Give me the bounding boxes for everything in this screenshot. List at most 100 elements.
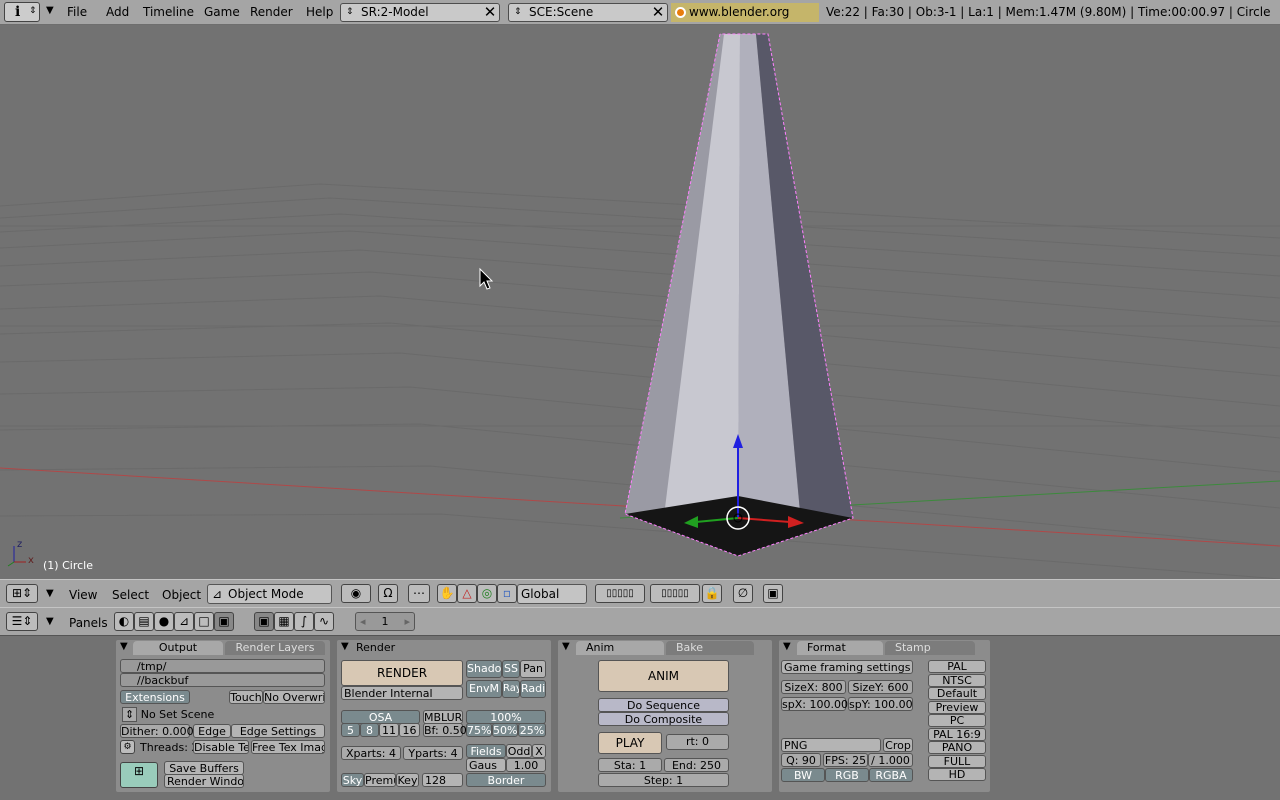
sizey-field[interactable]: SizeY: 600: [848, 680, 913, 694]
filter-dropdown[interactable]: Gaus: [466, 758, 506, 772]
editor-type-grid-icon[interactable]: ⊞⇕: [6, 584, 38, 603]
save-buffers-toggle[interactable]: Save Buffers: [164, 761, 244, 775]
quality-field[interactable]: Q: 90: [781, 753, 821, 767]
xparts-field[interactable]: Xparts: 4: [341, 746, 401, 760]
menu-file[interactable]: File: [67, 5, 87, 19]
shading-context-icon[interactable]: ●: [154, 612, 174, 631]
editor-type-button[interactable]: i ⇕: [4, 2, 40, 22]
pivot-icon[interactable]: Ω: [378, 584, 398, 603]
mode-dropdown[interactable]: ⊿ Object Mode: [207, 584, 332, 604]
lock-icon[interactable]: 🔒: [702, 584, 722, 603]
screen-selector[interactable]: ⇕ SR:2-Model: [340, 3, 500, 22]
osa-16[interactable]: 16: [399, 723, 420, 737]
extensions-toggle[interactable]: Extensions: [120, 690, 190, 704]
key-toggle[interactable]: Key: [396, 773, 419, 787]
ray-toggle[interactable]: Ray: [502, 680, 520, 698]
x-toggle[interactable]: X: [532, 744, 546, 758]
sky-toggle[interactable]: Sky: [341, 773, 364, 787]
menu-timeline[interactable]: Timeline: [143, 5, 194, 19]
panels-menu[interactable]: Panels: [69, 616, 108, 630]
rt-field[interactable]: rt: 0: [666, 734, 729, 750]
osa-8[interactable]: 8: [360, 723, 379, 737]
render-engine-dropdown[interactable]: Blender Internal: [341, 686, 463, 700]
draw-type-icon[interactable]: ◉: [341, 584, 371, 603]
logic-context-icon[interactable]: ◐: [114, 612, 134, 631]
do-sequence-toggle[interactable]: Do Sequence: [598, 698, 729, 712]
tab-render-layers[interactable]: Render Layers: [225, 641, 325, 655]
collapse-menu-icon[interactable]: ▼: [46, 588, 54, 599]
pano-toggle[interactable]: Pan: [520, 660, 546, 678]
shadow-toggle[interactable]: Shado: [466, 660, 502, 678]
tab-render[interactable]: Render: [354, 641, 414, 655]
preset-pc[interactable]: PC: [928, 714, 986, 727]
disable-tex-toggle[interactable]: Disable Te: [193, 740, 249, 754]
viewport-canvas[interactable]: [0, 26, 1280, 579]
render-display-grid-icon[interactable]: ⊞: [120, 762, 158, 788]
backbuf-path-field[interactable]: //backbuf: [120, 673, 325, 687]
close-screen-icon[interactable]: ✕: [482, 4, 498, 20]
fps-field[interactable]: FPS: 25: [823, 753, 868, 767]
filter-size-field[interactable]: 1.00: [506, 758, 546, 772]
menu-select[interactable]: Select: [112, 588, 149, 602]
screen-name[interactable]: SR:2-Model: [361, 5, 429, 19]
render-button[interactable]: RENDER: [341, 660, 463, 686]
threads-icon[interactable]: ⚙: [120, 740, 135, 754]
file-format-dropdown[interactable]: PNG: [781, 738, 881, 752]
render-buttons-icon[interactable]: ▣: [254, 612, 274, 631]
yparts-field[interactable]: Yparts: 4: [403, 746, 463, 760]
sequencer-buttons-icon[interactable]: ∿: [314, 612, 334, 631]
scene-name[interactable]: SCE:Scene: [529, 5, 593, 19]
editor-type-buttons-icon[interactable]: ☰⇕: [6, 612, 38, 631]
preset-pal[interactable]: PAL: [928, 660, 986, 673]
play-button[interactable]: PLAY: [598, 732, 662, 754]
collapse-triangle-icon[interactable]: ▼: [120, 641, 128, 652]
manipulator-hand-icon[interactable]: ✋: [437, 584, 457, 603]
free-tex-images-toggle[interactable]: Free Tex Imag: [251, 740, 325, 754]
odd-toggle[interactable]: Odd: [506, 744, 532, 758]
preset-hd[interactable]: HD: [928, 768, 986, 781]
rgba-toggle[interactable]: RGBA: [869, 768, 913, 782]
collapse-triangle-icon[interactable]: ▼: [341, 641, 349, 652]
menu-help[interactable]: Help: [306, 5, 333, 19]
menu-object[interactable]: Object: [162, 588, 201, 602]
preset-ntsc[interactable]: NTSC: [928, 674, 986, 687]
preset-full[interactable]: FULL: [928, 755, 986, 768]
fps-base-field[interactable]: / 1.000: [868, 753, 913, 767]
scene-selector[interactable]: ⇕ SCE:Scene: [508, 3, 668, 22]
preset-pal-16-9[interactable]: PAL 16:9: [928, 728, 986, 741]
rgb-toggle[interactable]: RGB: [825, 768, 869, 782]
menu-view[interactable]: View: [69, 588, 97, 602]
no-overwrite-toggle[interactable]: No Overwrit: [263, 690, 325, 704]
premul-toggle[interactable]: Premu: [364, 773, 396, 787]
sizex-field[interactable]: SizeX: 800: [781, 680, 846, 694]
start-frame-field[interactable]: Sta: 1: [598, 758, 662, 772]
tab-bake[interactable]: Bake: [666, 641, 754, 655]
menu-add[interactable]: Add: [106, 5, 129, 19]
tab-anim[interactable]: Anim: [576, 641, 664, 655]
sound-buttons-icon[interactable]: ∫: [294, 612, 314, 631]
edge-toggle[interactable]: Edge: [193, 724, 231, 738]
game-framing-button[interactable]: Game framing settings: [781, 660, 913, 674]
size-25-toggle[interactable]: 25%: [518, 723, 546, 737]
dither-field[interactable]: Dither: 0.000: [120, 724, 194, 738]
do-composite-toggle[interactable]: Do Composite: [598, 712, 729, 726]
rotate-icon[interactable]: ◎: [477, 584, 497, 603]
script-context-icon[interactable]: ▤: [134, 612, 154, 631]
edge-settings-button[interactable]: Edge Settings: [231, 724, 325, 738]
layers-group-2[interactable]: ▯▯▯▯▯: [650, 584, 700, 603]
osa-5[interactable]: 5: [341, 723, 360, 737]
blender-org-link[interactable]: www.blender.org 248.1: [671, 3, 819, 38]
anim-buttons-icon[interactable]: ▦: [274, 612, 294, 631]
osa-11[interactable]: 11: [379, 723, 399, 737]
scale-icon[interactable]: ▫: [497, 584, 517, 603]
aspx-field[interactable]: spX: 100.00: [781, 697, 848, 711]
tab-stamp[interactable]: Stamp: [885, 641, 975, 655]
size-50-toggle[interactable]: 50%: [492, 723, 518, 737]
crop-toggle[interactable]: Crop: [883, 738, 913, 752]
output-path-field[interactable]: /tmp/: [120, 659, 325, 673]
blur-factor-field[interactable]: Bf: 0.50: [423, 723, 467, 737]
aspy-field[interactable]: spY: 100.00: [848, 697, 913, 711]
editing-context-icon[interactable]: □: [194, 612, 214, 631]
bw-toggle[interactable]: BW: [781, 768, 825, 782]
ss-toggle[interactable]: SS: [502, 660, 520, 678]
